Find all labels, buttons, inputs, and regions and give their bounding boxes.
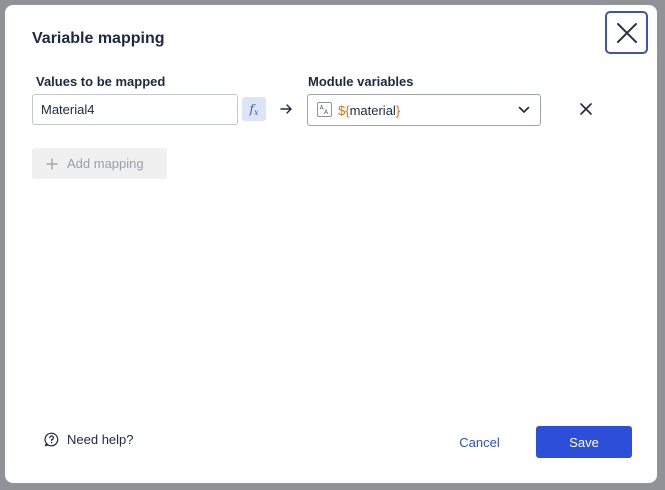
add-mapping-label: Add mapping — [67, 156, 144, 171]
module-variables-column-label: Module variables — [308, 74, 414, 89]
close-button[interactable] — [605, 11, 648, 54]
plus-icon — [46, 157, 58, 170]
selected-module-variable: ${material} — [338, 103, 401, 118]
save-button[interactable]: Save — [536, 426, 632, 458]
values-column-label: Values to be mapped — [36, 74, 166, 89]
remove-mapping-button[interactable] — [577, 100, 595, 118]
need-help-label: Need help? — [67, 432, 134, 447]
remove-icon — [580, 103, 592, 115]
chevron-down-icon — [518, 106, 530, 113]
module-variable-select[interactable]: A A ${material} — [307, 94, 541, 126]
text-type-icon: A A — [317, 102, 332, 117]
cancel-button[interactable]: Cancel — [442, 426, 517, 458]
variable-mapping-dialog: Variable mapping Values to be mapped Mod… — [5, 5, 657, 483]
mapping-value-input[interactable] — [32, 94, 238, 125]
help-icon — [44, 432, 59, 447]
add-mapping-button[interactable]: Add mapping — [32, 148, 167, 179]
need-help-link[interactable]: Need help? — [44, 432, 134, 447]
formula-button[interactable]: fx — [242, 97, 266, 121]
close-icon — [616, 22, 637, 43]
dialog-title: Variable mapping — [32, 30, 165, 47]
fx-icon: fx — [249, 101, 259, 117]
arrow-right-icon — [280, 104, 292, 114]
